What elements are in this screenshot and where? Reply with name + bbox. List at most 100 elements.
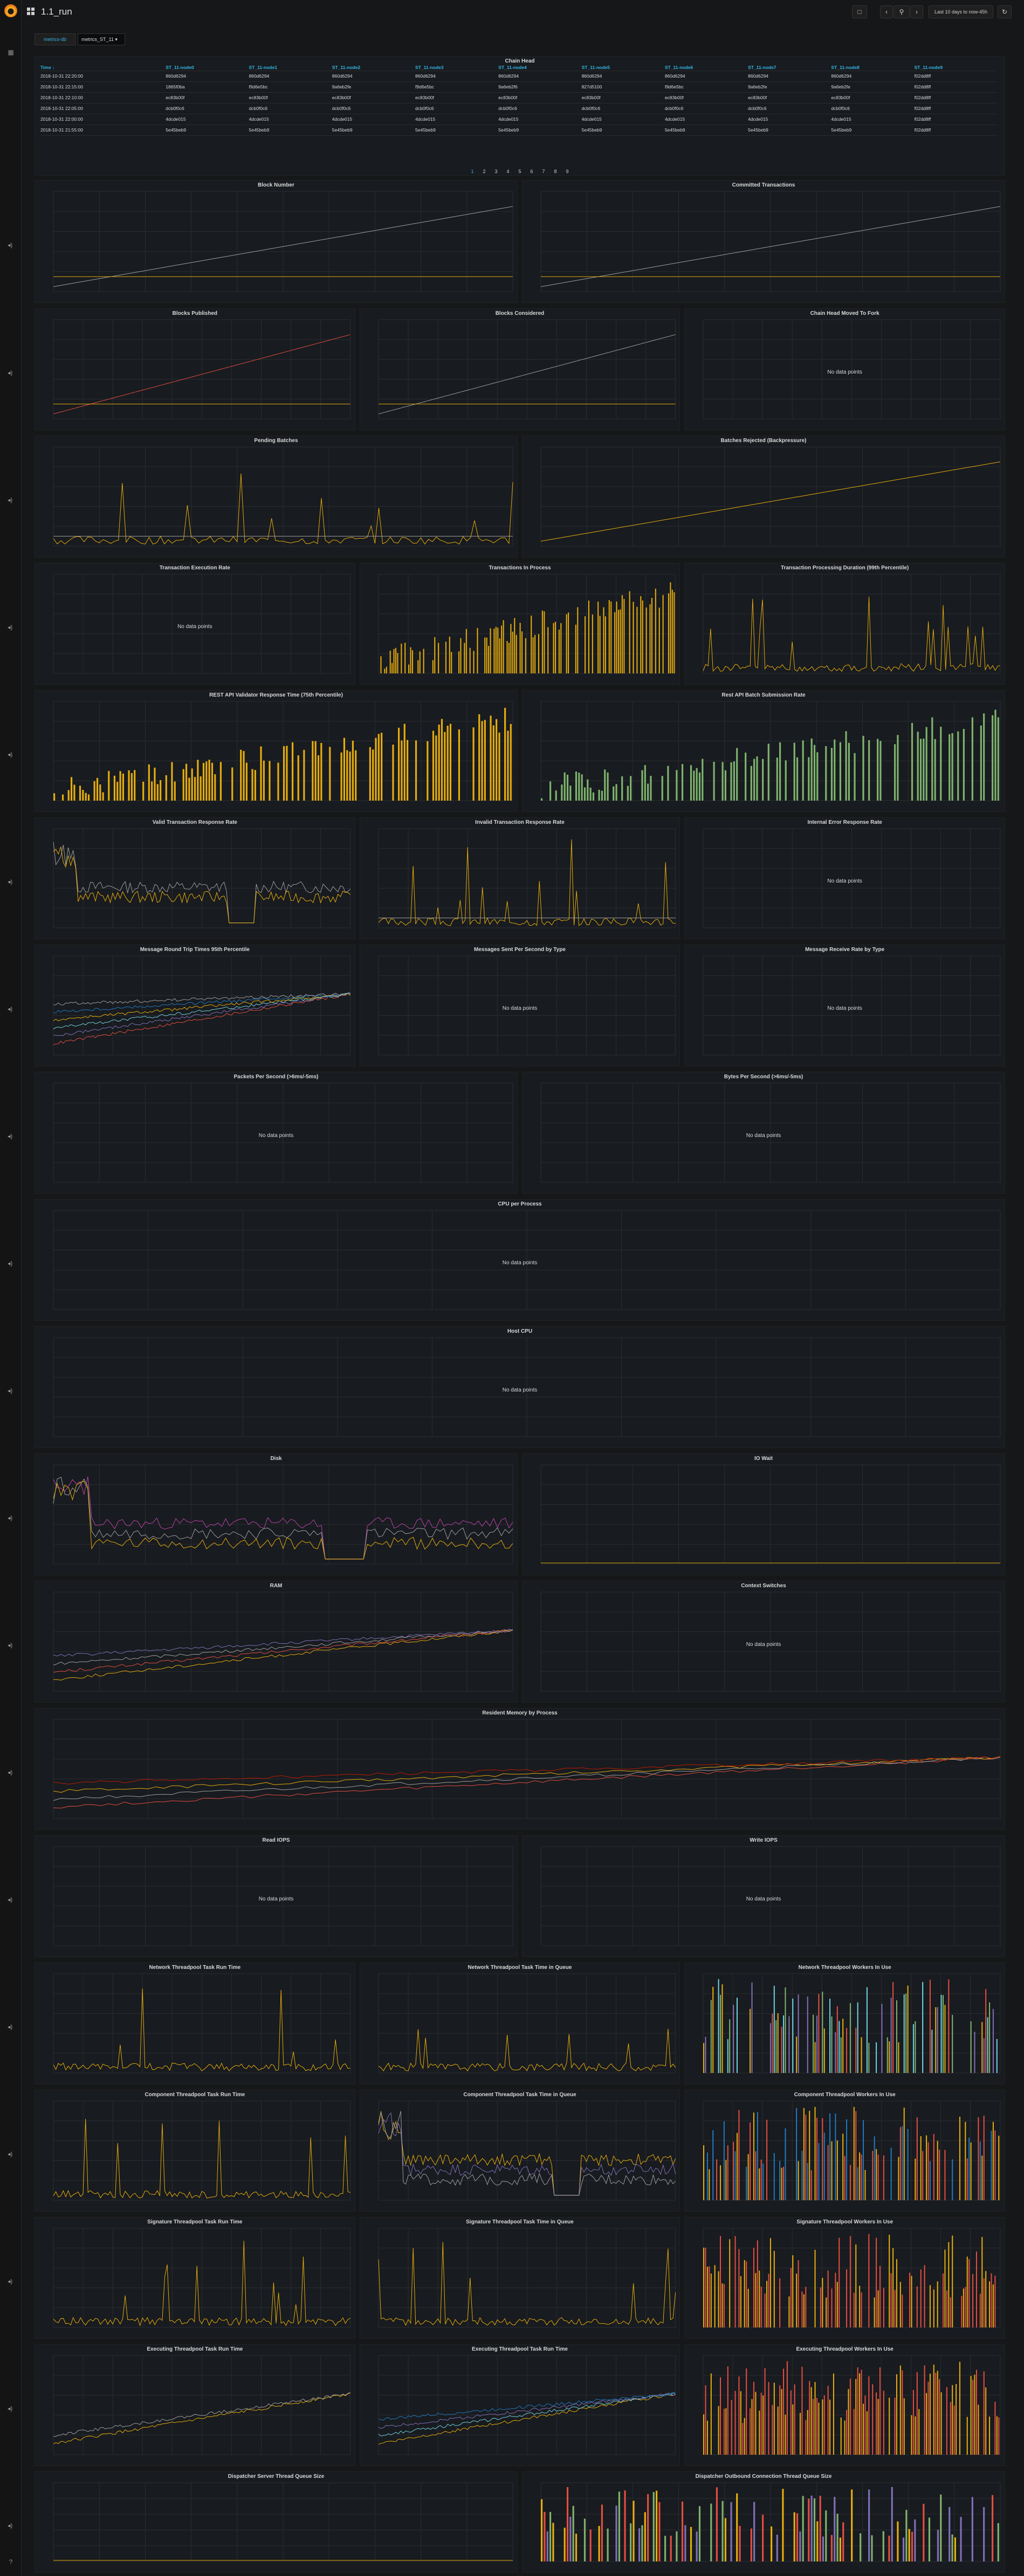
panel-title[interactable]: Blocks Published: [35, 311, 355, 316]
panel-graph[interactable]: [35, 2098, 355, 2210]
panel-title[interactable]: Component Threadpool Workers In Use: [685, 2092, 1005, 2098]
panel-graph[interactable]: [360, 2098, 680, 2210]
panel-graph[interactable]: [35, 188, 517, 301]
panel-title[interactable]: Committed Transactions: [523, 182, 1005, 188]
panel-graph[interactable]: [685, 2225, 1005, 2337]
speaker-icon[interactable]: ◂): [8, 2278, 15, 2285]
panel-title[interactable]: Valid Transaction Response Rate: [35, 819, 355, 825]
panel-title[interactable]: Read IOPS: [35, 1837, 517, 1843]
dashboard-grid-icon[interactable]: [27, 8, 35, 15]
panel-title[interactable]: Host CPU: [35, 1328, 1005, 1334]
panel-graph[interactable]: [35, 1716, 1005, 1828]
speaker-icon[interactable]: ◂): [8, 1769, 15, 1776]
page-link[interactable]: 6: [526, 169, 538, 174]
speaker-icon[interactable]: ◂): [8, 497, 15, 504]
panel-title[interactable]: Transaction Execution Rate: [35, 565, 355, 571]
panel-graph[interactable]: [35, 2479, 517, 2571]
panel-title[interactable]: Messages Sent Per Second by Type: [360, 947, 680, 953]
grafana-logo-icon[interactable]: [4, 4, 17, 17]
panel-title[interactable]: Transactions In Process: [360, 565, 680, 571]
table-header[interactable]: ST_11-node0: [166, 64, 249, 71]
panel-graph[interactable]: [523, 444, 1005, 556]
speaker-icon[interactable]: ◂): [8, 1896, 15, 1903]
panel-title[interactable]: Resident Memory by Process: [35, 1710, 1005, 1716]
panel-graph[interactable]: [685, 2098, 1005, 2210]
panel-title[interactable]: Context Switches: [523, 1583, 1005, 1589]
panel-title[interactable]: Chain Head Moved To Fork: [685, 311, 1005, 316]
panel-graph[interactable]: [523, 1462, 1005, 1574]
panel-title[interactable]: Message Round Trip Times 95th Percentile: [35, 947, 355, 953]
panel-title[interactable]: Invalid Transaction Response Rate: [360, 819, 680, 825]
panel-graph[interactable]: [35, 1462, 517, 1574]
panel-graph[interactable]: [35, 316, 355, 429]
speaker-icon[interactable]: ◂): [8, 2522, 15, 2529]
panel-title[interactable]: Write IOPS: [523, 1837, 1005, 1843]
panel-graph[interactable]: [35, 953, 355, 1065]
table-header[interactable]: ST_11-node3: [415, 64, 499, 71]
speaker-icon[interactable]: ◂): [8, 624, 15, 631]
page-link[interactable]: 4: [502, 169, 514, 174]
table-header[interactable]: ST_11-node6: [664, 64, 748, 71]
panel-title[interactable]: Network Threadpool Task Time in Queue: [360, 1965, 680, 1971]
table-header[interactable]: ST_11-node9: [914, 64, 998, 71]
panel-title[interactable]: Transaction Processing Duration (99th Pe…: [685, 565, 1005, 571]
page-link[interactable]: 3: [490, 169, 502, 174]
speaker-icon[interactable]: ◂): [8, 369, 15, 376]
variable-select[interactable]: metrics_ST_11 ▾: [78, 33, 125, 45]
panel-title[interactable]: Bytes Per Second (>6ms/-5ms): [523, 1074, 1005, 1080]
speaker-icon[interactable]: ◂): [8, 2023, 15, 2030]
panel-graph[interactable]: [35, 2352, 355, 2464]
speaker-icon[interactable]: ◂): [8, 2405, 15, 2412]
panel-title[interactable]: CPU per Process: [35, 1201, 1005, 1207]
table-header[interactable]: ST_11-node4: [498, 64, 582, 71]
panel-graph[interactable]: [35, 2225, 355, 2337]
zoom-out-icon[interactable]: ⚲: [894, 5, 910, 18]
panel-title[interactable]: Executing Threadpool Task Run Time: [360, 2346, 680, 2352]
share-icon[interactable]: □: [852, 5, 867, 18]
panel-graph[interactable]: [35, 1971, 355, 2083]
panel-title[interactable]: REST API Validator Response Time (75th P…: [35, 692, 517, 698]
panel-graph[interactable]: [523, 2479, 1005, 2571]
page-link[interactable]: 1: [466, 169, 478, 174]
time-forward-icon[interactable]: ›: [910, 5, 923, 18]
panel-title[interactable]: Packets Per Second (>6ms/-5ms): [35, 1074, 517, 1080]
panel-graph[interactable]: [685, 571, 1005, 683]
panel-graph[interactable]: [523, 698, 1005, 810]
speaker-icon[interactable]: ◂): [8, 1514, 15, 1521]
panel-graph[interactable]: [35, 1589, 517, 1701]
panel-title[interactable]: Component Threadpool Task Time in Queue: [360, 2092, 680, 2098]
table-header[interactable]: ST_11-node7: [748, 64, 831, 71]
speaker-icon[interactable]: ◂): [8, 1260, 15, 1267]
panel-graph[interactable]: [360, 571, 680, 683]
panel-title[interactable]: Signature Threadpool Task Time in Queue: [360, 2219, 680, 2225]
page-link[interactable]: 9: [561, 169, 573, 174]
panel-graph[interactable]: [685, 1971, 1005, 2083]
speaker-icon[interactable]: ◂): [8, 2151, 15, 2158]
table-header[interactable]: ST_11-node5: [581, 64, 665, 71]
table-header[interactable]: Time ↓: [40, 64, 166, 71]
speaker-icon[interactable]: ◂): [8, 878, 15, 885]
page-link[interactable]: 7: [538, 169, 549, 174]
dashboards-icon[interactable]: ▦: [7, 49, 15, 56]
panel-title[interactable]: Executing Threadpool Workers In Use: [685, 2346, 1005, 2352]
speaker-icon[interactable]: ◂): [8, 242, 15, 249]
panel-graph[interactable]: [360, 2352, 680, 2464]
panel-title[interactable]: Executing Threadpool Task Run Time: [35, 2346, 355, 2352]
panel-graph[interactable]: [360, 316, 680, 429]
panel-graph[interactable]: [35, 825, 355, 938]
panel-title[interactable]: Block Number: [35, 182, 517, 188]
page-link[interactable]: 8: [549, 169, 561, 174]
help-icon[interactable]: ?: [7, 2558, 15, 2566]
panel-title[interactable]: Component Threadpool Task Run Time: [35, 2092, 355, 2098]
table-header[interactable]: ST_11-node2: [332, 64, 416, 71]
panel-title[interactable]: Dispatcher Outbound Connection Thread Qu…: [523, 2474, 1005, 2479]
panel-title[interactable]: Internal Error Response Rate: [685, 819, 1005, 825]
page-link[interactable]: 2: [478, 169, 490, 174]
panel-title[interactable]: Network Threadpool Task Run Time: [35, 1965, 355, 1971]
panel-title[interactable]: Batches Rejected (Backpressure): [523, 438, 1005, 444]
panel-graph[interactable]: [35, 444, 517, 556]
panel-graph[interactable]: [35, 698, 517, 810]
panel-title[interactable]: Blocks Considered: [360, 311, 680, 316]
speaker-icon[interactable]: ◂): [8, 1642, 15, 1649]
panel-graph[interactable]: [685, 2352, 1005, 2464]
